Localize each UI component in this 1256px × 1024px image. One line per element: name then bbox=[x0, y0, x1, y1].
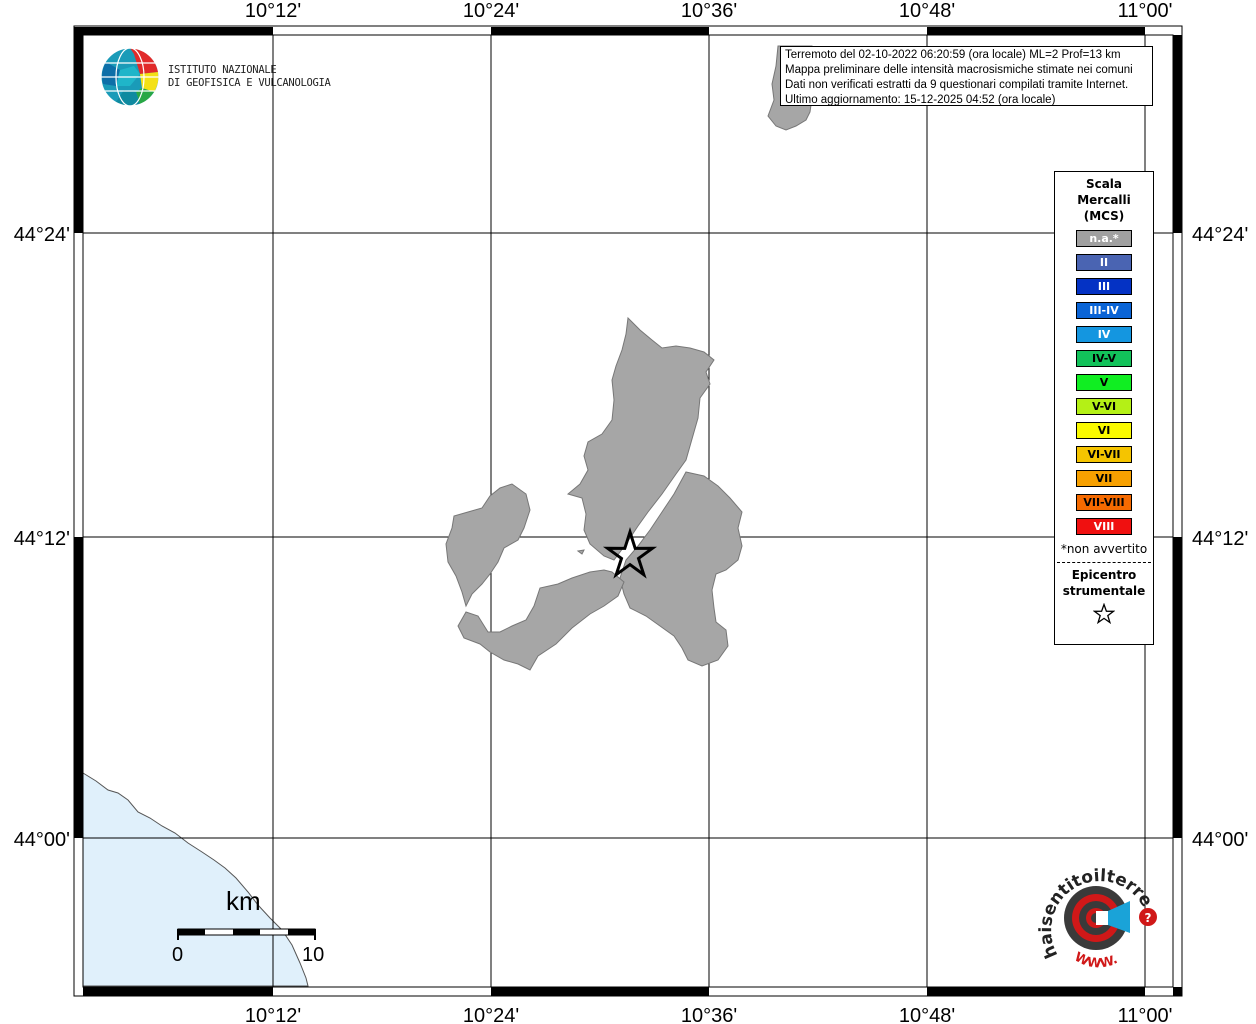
municipality-area-southwest bbox=[457, 569, 625, 671]
legend-swatch-6: V bbox=[1076, 374, 1132, 391]
legend-swatch-12: VIII bbox=[1076, 518, 1132, 535]
lat-label-right-3: 44°00' bbox=[1192, 829, 1248, 851]
legend-star bbox=[1055, 602, 1153, 629]
event-info-box: Terremoto del 02-10-2022 06:20:59 (ora l… bbox=[780, 46, 1153, 106]
ingv-name: ISTITUTO NAZIONALE DI GEOFISICA E VULCAN… bbox=[168, 64, 331, 90]
lon-label-bottom-2: 10°24' bbox=[463, 1005, 519, 1024]
ingv-name-line1: ISTITUTO NAZIONALE bbox=[168, 64, 277, 76]
legend-swatch-11: VII-VIII bbox=[1076, 494, 1132, 511]
ingv-logo[interactable]: ISTITUTO NAZIONALE DI GEOFISICA E VULCAN… bbox=[100, 46, 331, 108]
lon-label-bottom-3: 10°36' bbox=[681, 1005, 737, 1024]
event-info-line1: Terremoto del 02-10-2022 06:20:59 (ora l… bbox=[785, 49, 1121, 61]
lat-label-right-2: 44°12' bbox=[1192, 528, 1248, 550]
lat-label-left-1: 44°24' bbox=[14, 224, 70, 246]
legend-swatch-1: II bbox=[1076, 254, 1132, 271]
islet bbox=[576, 549, 585, 555]
epicenter-star-icon bbox=[1092, 602, 1116, 625]
event-info-line2: Mappa preliminare delle intensità macros… bbox=[785, 64, 1133, 76]
ingv-name-line2: DI GEOFISICA E VULCANOLOGIA bbox=[168, 77, 331, 89]
legend-swatch-0: n.a.* bbox=[1076, 230, 1132, 247]
event-info-line3: Dati non verificati estratti da 9 questi… bbox=[785, 79, 1129, 91]
legend-epicenter-line1: Epicentro bbox=[1071, 568, 1137, 582]
lon-label-bottom-1: 10°12' bbox=[245, 1005, 301, 1024]
lon-label-top-5: 11°00' bbox=[1118, 0, 1173, 22]
scale-min-label: 0 bbox=[172, 944, 184, 966]
lon-label-top-1: 10°12' bbox=[245, 0, 301, 22]
legend-title: Scala Mercalli (MCS) bbox=[1055, 176, 1153, 224]
intensity-legend: Scala Mercalli (MCS) n.a.* II III III-IV IV I… bbox=[1054, 171, 1154, 645]
svg-text:WWW.: WWW. bbox=[1072, 950, 1120, 972]
legend-swatch-8: VI bbox=[1076, 422, 1132, 439]
scale-unit-label: km bbox=[226, 886, 261, 916]
sea-area bbox=[82, 772, 309, 987]
legend-epicenter-line2: strumentale bbox=[1062, 584, 1146, 598]
ingv-globe-logo bbox=[100, 47, 160, 107]
legend-epicenter-label: Epicentro strumentale bbox=[1055, 567, 1153, 599]
lon-label-bottom-4: 10°48' bbox=[899, 1005, 955, 1024]
legend-swatch-4: IV bbox=[1076, 326, 1132, 343]
legend-swatch-5: IV-V bbox=[1076, 350, 1132, 367]
legend-title-line1: Scala bbox=[1085, 177, 1123, 191]
lon-label-top-2: 10°24' bbox=[463, 0, 519, 22]
lon-label-bottom-5: 11°00' bbox=[1118, 1005, 1173, 1024]
legend-separator bbox=[1057, 562, 1151, 563]
legend-swatch-2: III bbox=[1076, 278, 1132, 295]
legend-title-line3: (MCS) bbox=[1083, 209, 1125, 223]
lon-label-top-4: 10°48' bbox=[899, 0, 955, 22]
legend-note: *non avvertito bbox=[1060, 542, 1148, 556]
haisentito-logo[interactable]: haisentitoilterremoto.it WWW. ? bbox=[1021, 840, 1170, 984]
legend-swatch-3: III-IV bbox=[1076, 302, 1132, 319]
legend-title-line2: Mercalli bbox=[1077, 193, 1131, 207]
lat-label-left-3: 44°00' bbox=[14, 829, 70, 851]
haisentito-www: WWW. bbox=[1072, 950, 1120, 972]
lat-label-left-2: 44°12' bbox=[14, 528, 70, 550]
legend-swatch-7: V-VI bbox=[1076, 398, 1132, 415]
event-info-line4: Ultimo aggiornamento: 15-12-2025 04:52 (… bbox=[785, 94, 1056, 106]
lon-label-top-3: 10°36' bbox=[681, 0, 737, 22]
lat-label-right-1: 44°24' bbox=[1192, 224, 1248, 246]
scale-max-label: 10 bbox=[302, 944, 325, 966]
legend-swatch-9: VI-VII bbox=[1076, 446, 1132, 463]
haisentito-logo-graphic: haisentitoilterremoto.it WWW. ? bbox=[1021, 840, 1157, 972]
legend-items: n.a.* II III III-IV IV IV-V V V-VI VI VI-VII VII VI… bbox=[1055, 230, 1153, 535]
municipality-area-west bbox=[445, 483, 531, 608]
svg-text:?: ? bbox=[1145, 911, 1152, 925]
legend-swatch-10: VII bbox=[1076, 470, 1132, 487]
